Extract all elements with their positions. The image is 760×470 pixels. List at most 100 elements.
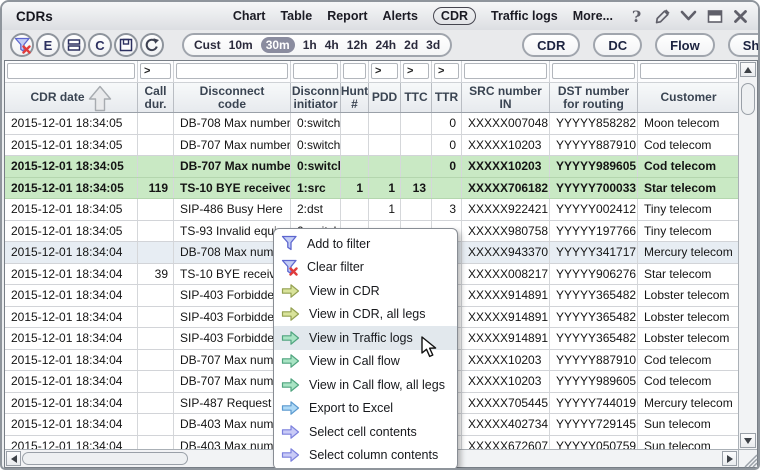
time-range-10m[interactable]: 10m [229,38,253,52]
chevron-down-icon[interactable] [679,7,698,26]
cell-cust[interactable]: Tiny telecom [638,221,738,242]
cell-dur[interactable] [138,134,174,155]
cell-cust[interactable]: Lobster telecom [638,285,738,306]
layout-rows-button[interactable] [62,33,86,57]
cell-src[interactable]: XXXXX980758 [462,220,550,241]
filter-input-date[interactable] [7,63,135,79]
cell-hunt[interactable]: 1 [341,177,369,198]
filter-input-ttc[interactable]: > [403,63,429,79]
cell-date[interactable]: 2015-12-01 18:34:04 [5,306,138,327]
cell-init[interactable]: 0:switch [291,156,341,177]
cell-dst[interactable]: YYYYY341717 [550,242,638,263]
cell-dur[interactable]: 39 [138,263,174,284]
cell-date[interactable]: 2015-12-01 18:34:05 [5,134,138,155]
cell-hunt[interactable] [341,156,369,177]
cell-ttr[interactable]: 0 [432,134,462,155]
clear-filter-button[interactable] [10,33,34,57]
time-range-cust[interactable]: Cust [194,38,221,52]
titlebar-menu-item-chart[interactable]: Chart [233,9,266,23]
filter-input-ttr[interactable]: > [434,63,459,79]
cell-cust[interactable]: Mercury telecom [638,393,738,414]
time-range-30m[interactable]: 30m [260,37,295,53]
cell-date[interactable]: 2015-12-01 18:34:05 [5,113,138,134]
context-menu-item-view-in-call-flow-all-legs[interactable]: View in Call flow, all legs [274,373,457,397]
vertical-scroll-thumb[interactable] [741,83,755,115]
time-range-1h[interactable]: 1h [303,38,317,52]
cell-code[interactable]: SIP-486 Busy Here [174,199,291,220]
cell-ttc[interactable] [401,156,432,177]
cell-pdd[interactable] [369,156,401,177]
scroll-left-button[interactable] [6,451,21,466]
column-header-src[interactable]: SRC number IN [462,83,550,112]
cell-dst[interactable]: YYYYY365482 [550,285,638,306]
cell-src[interactable]: XXXXX943370 [462,242,550,263]
cell-date[interactable]: 2015-12-01 18:34:04 [5,349,138,370]
cell-cust[interactable]: Cod telecom [638,350,738,371]
cell-cust[interactable]: Sun telecom [638,436,738,449]
context-menu-item-clear-filter[interactable]: Clear filter [274,256,457,280]
cell-pdd[interactable]: 1 [369,177,401,198]
context-menu-item-select-column-contents[interactable]: Select column contents [274,444,457,468]
cell-ttc[interactable]: 13 [401,177,432,198]
cell-hunt[interactable] [341,199,369,220]
column-header-hunt[interactable]: Hunt # [341,83,369,112]
cell-date[interactable]: 2015-12-01 18:34:04 [5,371,138,392]
titlebar-menu-item-report[interactable]: Report [327,9,367,23]
cell-ttc[interactable] [401,199,432,220]
column-header-ttr[interactable]: TTR [432,83,462,112]
filter-input-hunt[interactable] [343,63,366,79]
cell-cust[interactable]: Star telecom [638,264,738,285]
cell-date[interactable]: 2015-12-01 18:34:04 [5,242,138,263]
edit-pencil-icon[interactable] [653,7,672,26]
cell-pdd[interactable]: 1 [369,199,401,220]
cell-dur[interactable] [138,435,174,449]
cell-dur[interactable]: 119 [138,177,174,198]
context-menu-item-view-in-cdr-all-legs[interactable]: View in CDR, all legs [274,303,457,327]
cell-src[interactable]: XXXXX007048 [462,113,550,134]
horizontal-scroll-thumb[interactable] [22,452,188,465]
context-menu-item-view-in-cdr[interactable]: View in CDR [274,279,457,303]
share-button[interactable]: Share [727,33,758,57]
cell-date[interactable]: 2015-12-01 18:34:04 [5,392,138,413]
cell-ttr[interactable]: 0 [432,113,462,134]
cell-src[interactable]: XXXXX008217 [462,263,550,284]
cell-cust[interactable]: Star telecom [638,178,738,199]
cell-ttc[interactable] [401,134,432,155]
cell-ttr[interactable]: 3 [432,199,462,220]
scroll-down-button[interactable] [740,433,756,448]
titlebar-menu-item-traffic-logs[interactable]: Traffic logs [491,9,558,23]
cell-ttc[interactable] [401,113,432,134]
cell-date[interactable]: 2015-12-01 18:34:04 [5,435,138,449]
column-header-pdd[interactable]: PDD [369,83,401,112]
time-range-4h[interactable]: 4h [325,38,339,52]
filter-input-cust[interactable] [640,63,737,79]
cell-dur[interactable] [138,371,174,392]
column-header-date[interactable]: CDR date [5,83,138,112]
cell-pdd[interactable] [369,113,401,134]
cell-src[interactable]: XXXXX914891 [462,306,550,327]
cell-dur[interactable] [138,285,174,306]
cell-code[interactable]: DB-707 Max number [174,156,291,177]
cell-date[interactable]: 2015-12-01 18:34:05 [5,220,138,241]
cell-dst[interactable]: YYYYY365482 [550,306,638,327]
cell-src[interactable]: XXXXX10203 [462,371,550,392]
cell-date[interactable]: 2015-12-01 18:34:05 [5,199,138,220]
window-icon[interactable] [705,7,724,26]
cell-src[interactable]: XXXXX10203 [462,134,550,155]
cell-hunt[interactable] [341,134,369,155]
filter-input-code[interactable] [176,63,288,79]
cell-src[interactable]: XXXXX672607 [462,435,550,449]
cell-src[interactable]: XXXXX705445 [462,392,550,413]
flow-button[interactable]: Flow [655,33,715,57]
filter-input-pdd[interactable]: > [371,63,398,79]
cell-dst[interactable]: YYYYY744019 [550,392,638,413]
context-menu-item-select-cell-contents[interactable]: Select cell contents [274,420,457,444]
save-button[interactable] [114,33,138,57]
cell-dur[interactable] [138,242,174,263]
cell-dur[interactable] [138,392,174,413]
column-header-code[interactable]: Disconnect code [174,83,291,112]
cell-dst[interactable]: YYYYY989605 [550,156,638,177]
time-range-24h[interactable]: 24h [375,38,396,52]
filter-input-dur[interactable]: > [140,63,171,79]
table-row[interactable]: 2015-12-01 18:34:05 DB-707 Max number 0:sw… [5,134,738,156]
